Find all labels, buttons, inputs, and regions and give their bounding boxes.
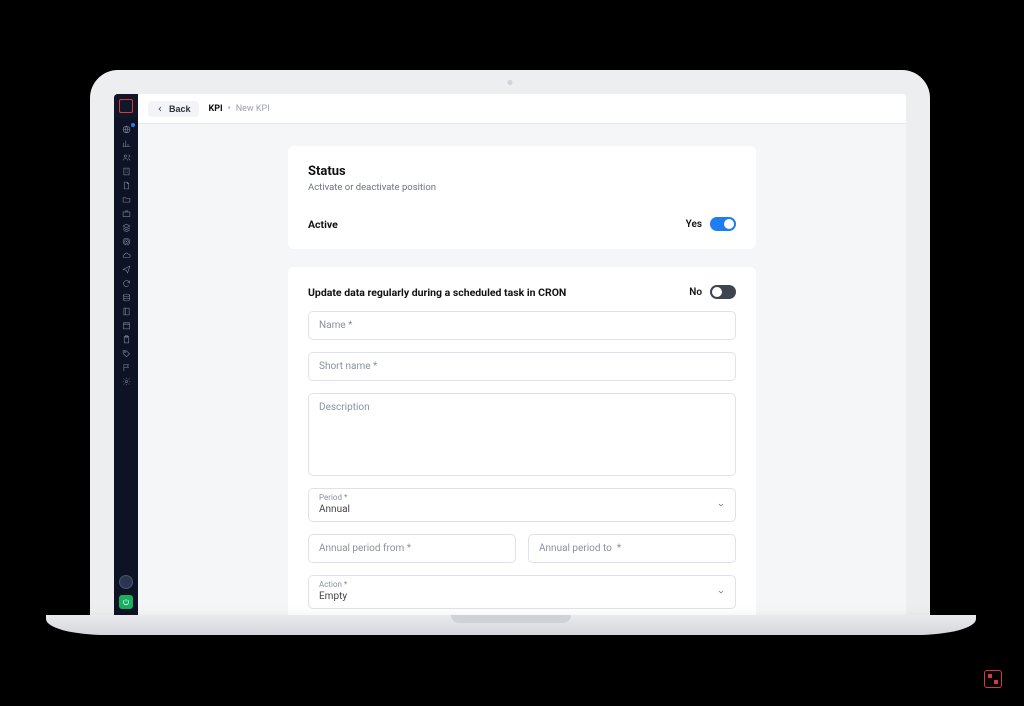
chevron-down-icon [717,588,725,596]
cron-label: Update data regularly during a scheduled… [308,286,566,299]
active-value: Yes [686,219,702,230]
gear-icon [122,377,131,386]
breadcrumb-root[interactable]: KPI [209,104,223,114]
sidebar-item-database[interactable] [114,290,138,304]
file-icon [122,181,131,190]
sidebar-item-users[interactable] [114,150,138,164]
app-logo-icon [119,99,133,113]
sidebar-item-boxes[interactable] [114,220,138,234]
refresh-icon [122,279,131,288]
sidebar-item-cloud[interactable] [114,248,138,262]
sidebar [114,94,138,615]
tag-icon [122,349,131,358]
status-subtitle: Activate or deactivate position [308,182,736,193]
sidebar-item-target[interactable] [114,234,138,248]
cron-toggle[interactable] [710,285,736,299]
notebook-icon [122,307,131,316]
bar-chart-icon [122,139,131,148]
period-to-field-wrapper[interactable] [528,534,736,563]
sidebar-item-settings[interactable] [114,374,138,388]
main: Back KPI • New KPI Status Activate or de… [138,94,906,615]
folder-icon [122,195,131,204]
screen: Back KPI • New KPI Status Activate or de… [114,94,906,615]
app-logo[interactable] [114,94,138,118]
globe-icon [122,125,131,134]
breadcrumb-separator: • [228,104,231,114]
sidebar-item-docs[interactable] [114,178,138,192]
name-field-wrapper[interactable] [308,311,736,340]
brand-logo-icon [984,670,1002,688]
sidebar-item-send[interactable] [114,262,138,276]
target-icon [122,237,131,246]
shortname-field-wrapper[interactable] [308,352,736,381]
period-from-field-wrapper[interactable] [308,534,516,563]
send-icon [122,265,131,274]
laptop-frame: Back KPI • New KPI Status Activate or de… [90,70,930,615]
breadcrumb-current: New KPI [236,104,270,114]
status-title: Status [308,164,736,179]
app-root: Back KPI • New KPI Status Activate or de… [114,94,906,615]
sidebar-item-calendar[interactable] [114,318,138,332]
chevron-down-icon [717,501,725,509]
back-label: Back [169,104,191,114]
notification-badge [131,123,135,127]
back-button[interactable]: Back [148,101,199,117]
action-floating-label: Action * [319,580,725,589]
calendar-icon [122,321,131,330]
sidebar-item-clipboard[interactable] [114,332,138,346]
description-field-wrapper[interactable] [308,393,736,476]
sidebar-item-flag[interactable] [114,360,138,374]
sidebar-item-org[interactable] [114,164,138,178]
action-select[interactable]: Action * Empty [308,575,736,609]
name-input[interactable] [319,320,725,331]
topbar: Back KPI • New KPI [138,94,906,124]
power-icon [122,598,130,606]
shortname-input[interactable] [319,361,725,372]
form-card: Update data regularly during a scheduled… [288,267,756,615]
sidebar-item-refresh[interactable] [114,276,138,290]
briefcase-icon [122,209,131,218]
period-to-input[interactable] [539,543,725,554]
sidebar-item-briefcase[interactable] [114,206,138,220]
active-toggle[interactable] [710,217,736,231]
active-label: Active [308,218,338,231]
sidebar-item-folder[interactable] [114,192,138,206]
sidebar-item-tag[interactable] [114,346,138,360]
clipboard-icon [122,335,131,344]
cron-value: No [689,287,702,298]
sidebar-item-notebook[interactable] [114,304,138,318]
action-selected-value: Empty [319,591,347,602]
flag-icon [122,363,131,372]
status-card: Status Activate or deactivate position A… [288,146,756,249]
users-icon [122,153,131,162]
period-selected-value: Annual [319,504,350,515]
arrow-left-icon [156,105,164,113]
building-icon [122,167,131,176]
power-button[interactable] [119,595,133,609]
laptop-base [46,615,976,635]
period-from-input[interactable] [319,543,505,554]
period-select[interactable]: Period * Annual [308,488,736,522]
description-textarea[interactable] [319,402,725,464]
layers-icon [122,223,131,232]
user-avatar[interactable] [119,575,133,589]
cloud-icon [122,251,131,260]
period-floating-label: Period * [319,493,725,502]
content-scroll[interactable]: Status Activate or deactivate position A… [138,124,906,615]
sidebar-item-analytics[interactable] [114,136,138,150]
breadcrumb: KPI • New KPI [209,104,270,114]
sidebar-item-dashboard[interactable] [114,122,138,136]
database-icon [122,293,131,302]
